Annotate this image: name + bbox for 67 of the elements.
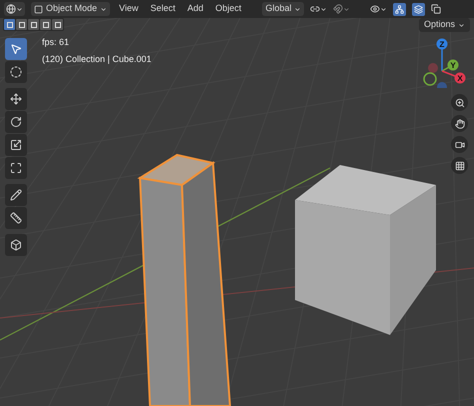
link-icon xyxy=(310,4,320,14)
mode-dropdown[interactable]: Object Mode xyxy=(31,2,110,16)
viewport-info-text: (120) Collection | Cube.001 xyxy=(42,52,152,66)
tool-button[interactable] xyxy=(5,234,27,256)
axis-label: X xyxy=(457,74,463,83)
mode-label: Object Mode xyxy=(46,2,98,16)
axis-handle[interactable] xyxy=(436,38,448,50)
axis-handle[interactable] xyxy=(448,60,458,70)
visibility-button[interactable] xyxy=(370,4,388,14)
expand-icon xyxy=(10,162,22,174)
tool-button[interactable] xyxy=(5,134,27,156)
globe-icon xyxy=(6,4,16,14)
menu-item[interactable]: Add xyxy=(184,2,206,16)
tool-button[interactable] xyxy=(5,61,27,83)
zoom-icon xyxy=(454,98,464,108)
ruler-icon xyxy=(10,212,22,224)
rotate-icon xyxy=(10,116,22,128)
scale-icon xyxy=(10,139,22,151)
menu-item[interactable]: Object xyxy=(212,2,244,16)
tool-button[interactable] xyxy=(5,111,27,133)
tool-button[interactable] xyxy=(5,38,27,60)
options-label: Options xyxy=(424,18,455,32)
menu-item[interactable]: View xyxy=(116,2,142,16)
move-arrows-icon xyxy=(10,93,22,105)
grid-icon xyxy=(454,160,464,170)
axis-label: Y xyxy=(450,61,456,70)
editor-type-button[interactable] xyxy=(4,2,25,16)
magnet-icon xyxy=(333,4,344,14)
axis-label: Z xyxy=(440,40,444,49)
navigation-gizmo[interactable]: Z Y X xyxy=(420,38,470,88)
cube-icon xyxy=(10,239,22,251)
square-icon xyxy=(34,4,43,14)
cursor-arrow-icon xyxy=(10,43,22,55)
overlays-toggle-button[interactable] xyxy=(412,2,426,16)
chevron-down-icon xyxy=(294,6,302,12)
axis-handle[interactable] xyxy=(454,72,466,84)
dashed-circle-icon xyxy=(10,66,22,78)
layers-icon xyxy=(414,4,424,14)
chevron-down-icon xyxy=(458,22,465,28)
camera-icon xyxy=(454,140,464,150)
select-mode-button[interactable] xyxy=(40,19,51,30)
chevron-down-icon xyxy=(16,6,23,12)
select-mode-button[interactable] xyxy=(4,19,15,30)
options-dropdown[interactable]: Options xyxy=(418,18,470,32)
select-mode-button[interactable] xyxy=(16,19,27,30)
tool-button[interactable] xyxy=(5,207,27,229)
hierarchy-icon xyxy=(395,4,404,14)
viewport-info-text: fps: 61 xyxy=(42,36,70,49)
snap-button[interactable] xyxy=(333,4,350,14)
pivot-button[interactable] xyxy=(310,4,328,14)
tool-button[interactable] xyxy=(5,88,27,110)
eye-icon xyxy=(370,4,380,14)
copy-icon[interactable] xyxy=(431,4,442,14)
tool-button[interactable] xyxy=(5,184,27,206)
menu-item[interactable]: Select xyxy=(147,2,178,16)
orientation-label: Global xyxy=(265,2,292,16)
hand-icon xyxy=(454,118,464,128)
select-mode-button[interactable] xyxy=(28,19,39,30)
chevron-down-icon xyxy=(343,6,350,12)
select-mode-button[interactable] xyxy=(52,19,63,30)
pencil-icon xyxy=(10,189,22,201)
chevron-down-icon xyxy=(100,6,108,12)
chevron-down-icon xyxy=(320,6,328,12)
chevron-down-icon xyxy=(380,6,388,12)
gizmo-toggle-button[interactable] xyxy=(393,2,406,16)
orientation-dropdown[interactable]: Global xyxy=(262,2,304,16)
tool-button[interactable] xyxy=(5,157,27,179)
